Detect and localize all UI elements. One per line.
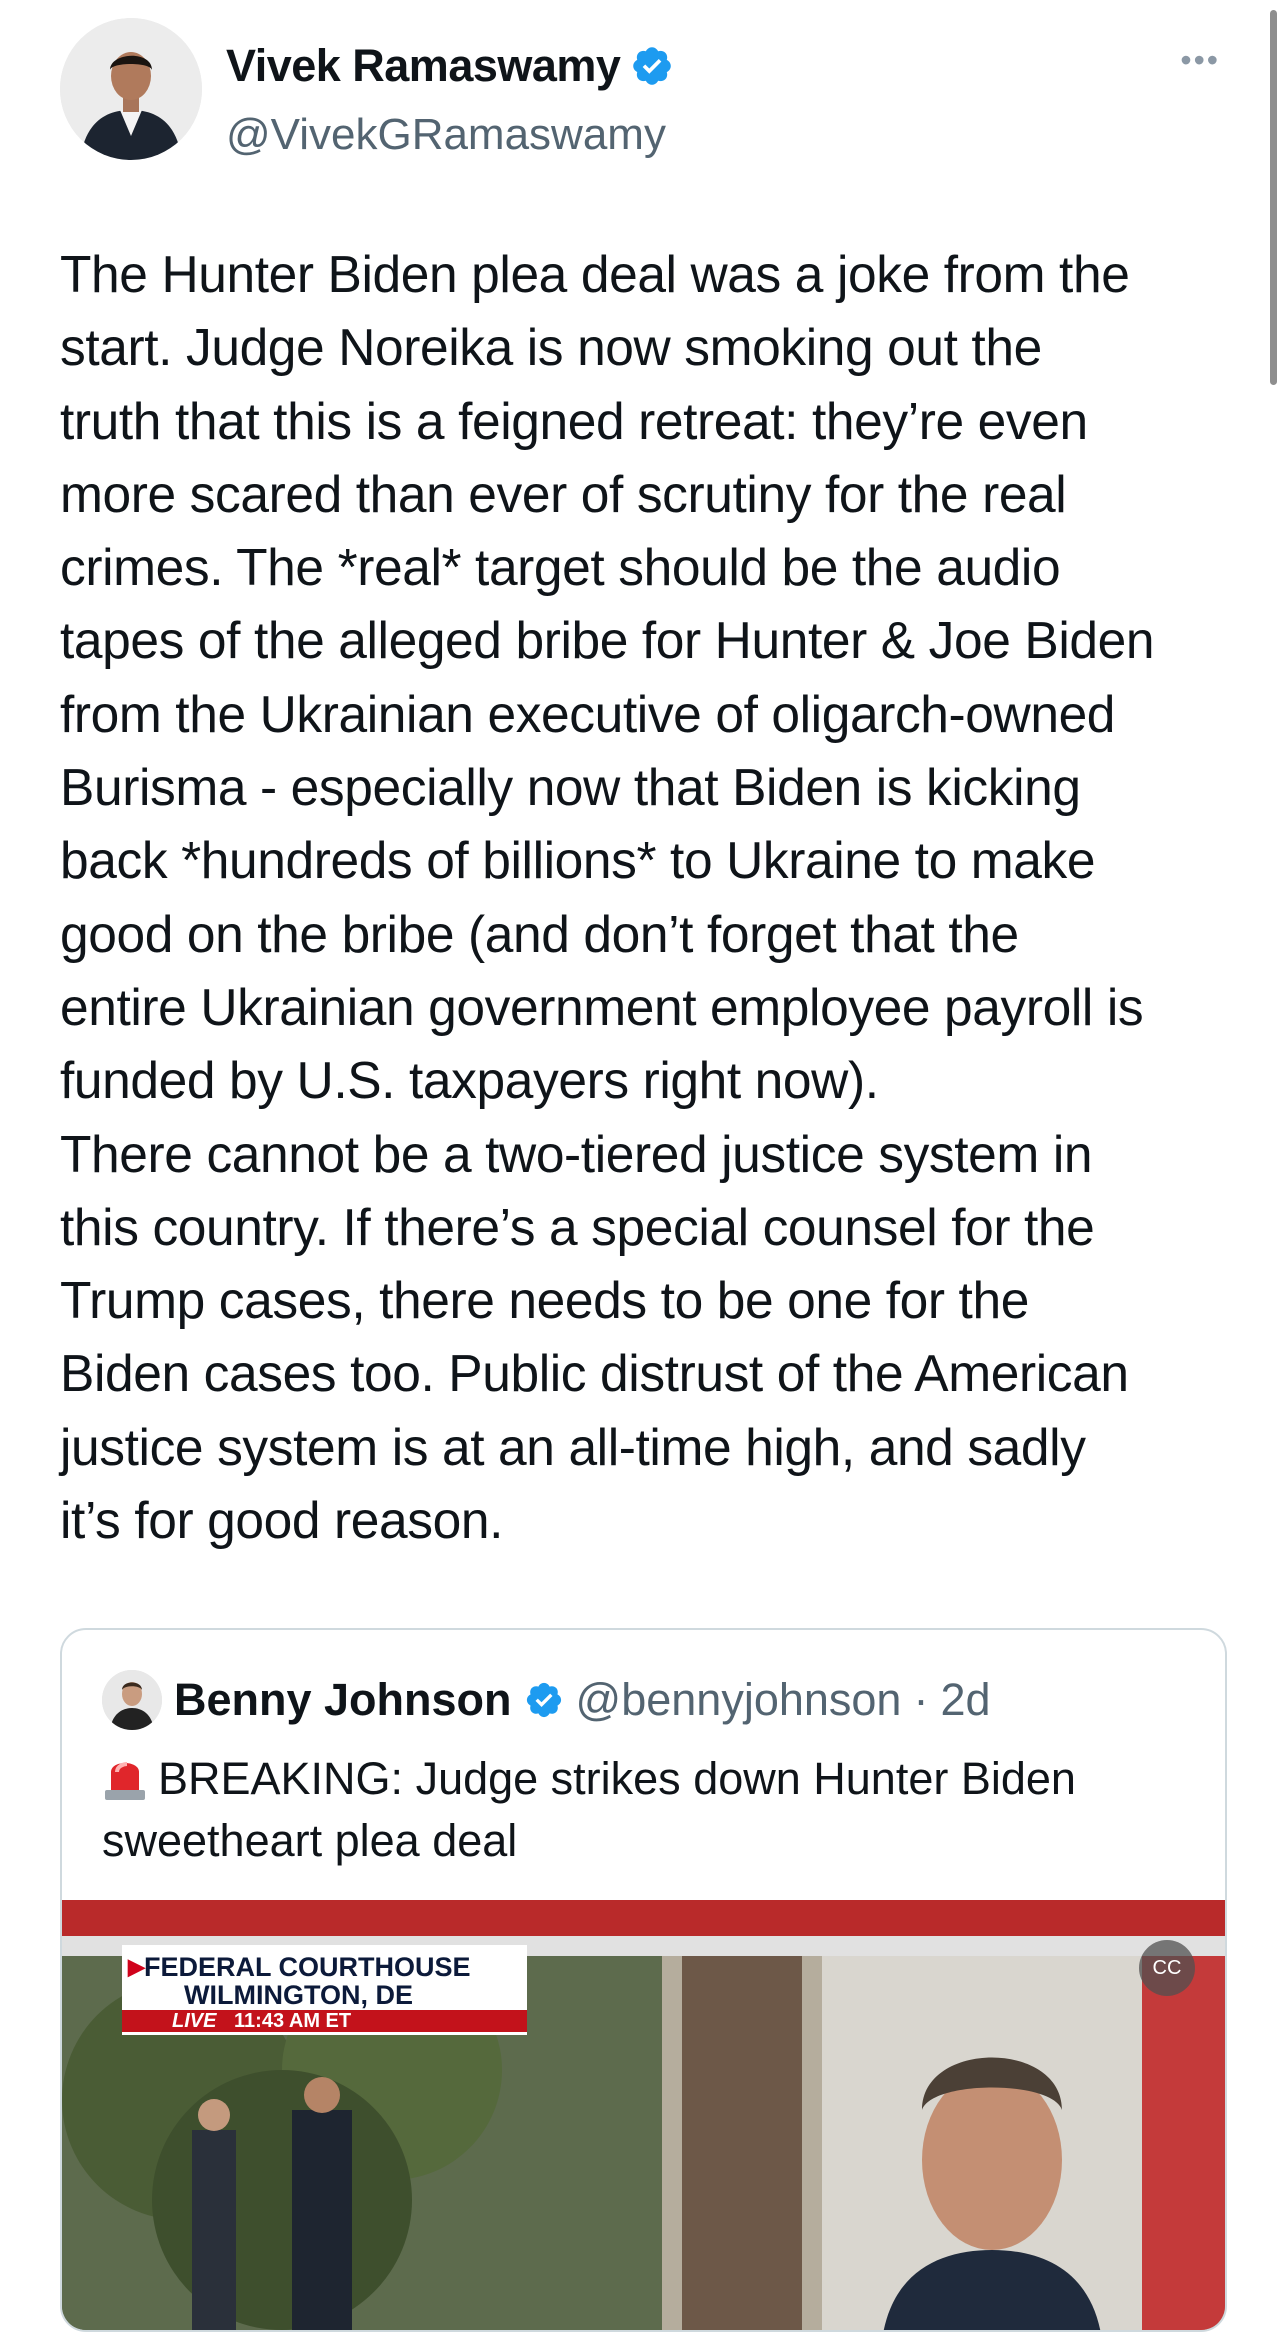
siren-emoji bbox=[105, 1762, 145, 1800]
broadcast-time: 11:43 AM ET bbox=[234, 2010, 352, 2032]
verified-badge-icon bbox=[633, 47, 672, 85]
live-label: LIVE bbox=[172, 2010, 217, 2032]
author-handle[interactable]: @VivekGRamaswamy bbox=[226, 110, 666, 160]
quoted-author-handle: @bennyjohnson bbox=[575, 1674, 902, 1725]
author-name[interactable]: Vivek Ramaswamy bbox=[226, 40, 621, 92]
scrollbar[interactable] bbox=[1270, 10, 1277, 385]
more-options-icon[interactable]: ••• bbox=[1180, 42, 1220, 79]
quoted-tweet-text: BREAKING: Judge strikes down Hunter Bide… bbox=[102, 1748, 1192, 1872]
quoted-separator: · bbox=[913, 1674, 929, 1725]
tweet-text: The Hunter Biden plea deal was a joke fr… bbox=[60, 245, 1155, 1550]
quoted-author-name: Benny Johnson bbox=[174, 1674, 512, 1725]
quoted-author-avatar bbox=[102, 1670, 162, 1730]
banner-line2: WILMINGTON, DE bbox=[184, 1980, 413, 2010]
quoted-video[interactable]: ▶ FEDERAL COURTHOUSE WILMINGTON, DE LIVE… bbox=[62, 1900, 1225, 2330]
captions-icon[interactable]: CC bbox=[1139, 1940, 1195, 1996]
live-ticker: LIVE 11:43 AM ET bbox=[122, 2010, 527, 2032]
author-avatar[interactable] bbox=[60, 18, 202, 160]
play-arrow-icon: ▶ bbox=[128, 1954, 145, 1979]
verified-badge-icon bbox=[526, 1682, 561, 1718]
banner-line1: FEDERAL COURTHOUSE bbox=[144, 1952, 471, 1982]
quoted-tweet[interactable]: Benny Johnson @bennyjohnson · 2d BREAKIN… bbox=[60, 1628, 1227, 2332]
quoted-timestamp: 2d bbox=[940, 1674, 991, 1725]
tweet-header: Vivek Ramaswamy @VivekGRamaswamy ••• bbox=[60, 18, 1220, 163]
quoted-tweet-body: BREAKING: Judge strikes down Hunter Bide… bbox=[102, 1753, 1076, 1866]
